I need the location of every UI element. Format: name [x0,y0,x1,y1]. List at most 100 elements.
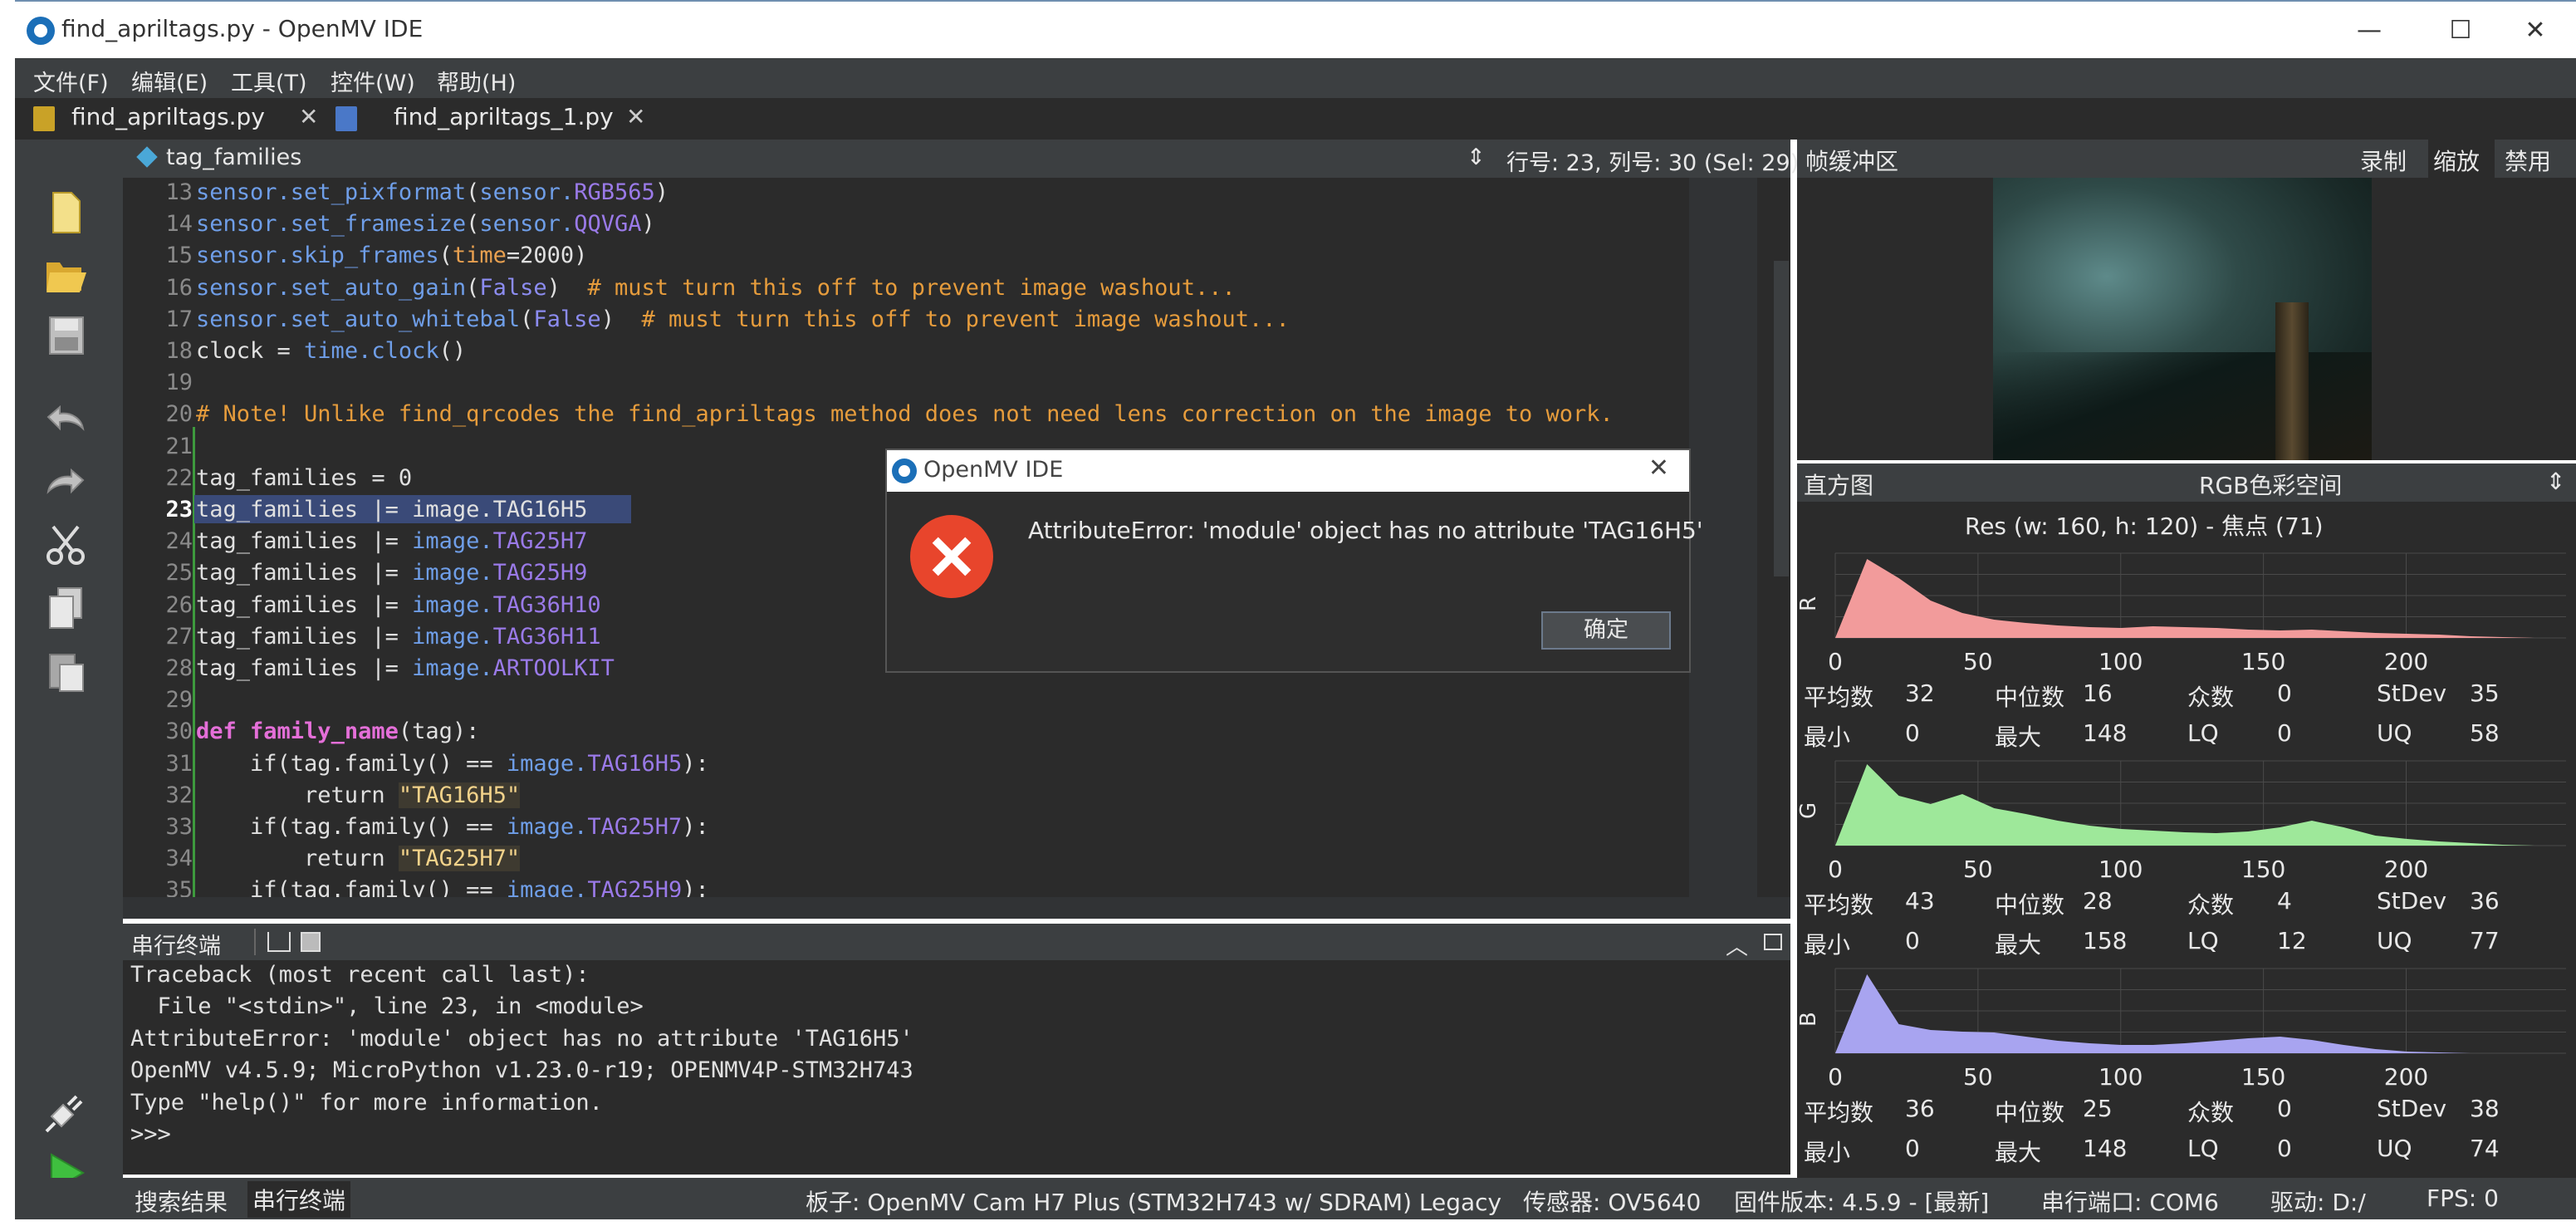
dialog-title: OpenMV IDE [923,457,1064,483]
tick-label: 0 [1828,856,1843,883]
openmv-logo-icon [892,459,917,483]
python-file-icon [33,106,55,131]
board-info: 板子: OpenMV Cam H7 Plus (STM32H743 w/ SDR… [806,1189,1502,1216]
serial-terminal-tab[interactable]: 串行终端 [247,1181,351,1218]
symbol-selector[interactable]: tag_families [166,145,301,170]
new-file-icon[interactable] [43,189,88,236]
line-number: 27 [165,623,193,650]
histogram-charts: R 0 50 100 150 200 G 0 50 100 150 200 B 0 50 100 150 200 [1797,552,2566,1091]
maximize-button[interactable]: ☐ [2423,8,2498,53]
menu-bar: 文件(F) 编辑(E) 工具(T) 控件(W) 帮助(H) [15,58,2576,98]
zoom-button[interactable]: 缩放 [2428,140,2495,178]
stat-value: 0 [2277,679,2292,707]
disable-button[interactable]: 禁用 [2505,144,2551,177]
tab-label: find_apriltags_1.py [394,103,614,130]
channel-label: R [1797,596,1821,611]
stat-value: 0 [1905,719,1920,747]
line-number: 34 [165,846,193,872]
framebuffer-header: 帧缓冲区 录制 缩放 禁用 [1797,140,2576,178]
terminal-scrollbar[interactable] [1772,960,1790,1175]
menu-help[interactable]: 帮助(H) [437,65,516,97]
tick-label: 0 [1828,648,1843,675]
tab-close-icon[interactable]: ✕ [626,103,645,130]
colorspace-chevron-icon[interactable]: ⇕ [2546,468,2565,495]
tick-label: 100 [2099,648,2143,675]
tab-close-icon[interactable]: ✕ [299,103,318,130]
close-button[interactable]: ✕ [2498,8,2573,53]
stat-value: 最小 [1804,1139,1851,1166]
stat-value: 38 [2470,1095,2500,1122]
code-line: tag_families = 0 [196,464,413,491]
histogram-area-g [1835,764,2566,846]
dialog-close-icon[interactable]: ✕ [1648,454,1669,483]
stat-value: LQ [2187,719,2219,747]
camera-frame-image [1993,178,2372,460]
minimize-button[interactable]: — [2332,8,2407,53]
stat-value: 4 [2277,887,2292,915]
editor-scrollbar[interactable] [1772,178,1790,897]
stat-value: 36 [2470,887,2500,915]
copy-icon[interactable] [43,585,88,631]
serial-terminal[interactable]: Traceback (most recent call last): File … [123,960,1790,1175]
symbol-icon [136,146,158,168]
code-line: if(tag.family() == image.TAG16H5): [196,750,709,777]
redo-icon[interactable] [43,457,88,503]
histogram-area-b [1835,974,2566,1053]
terminal-line: Traceback (most recent call last): [130,962,590,988]
stat-value: 35 [2470,679,2500,707]
tick-label: 0 [1828,1063,1843,1091]
stat-value: UQ [2377,927,2412,954]
openmv-logo-icon [27,17,55,45]
save-terminal-icon[interactable] [301,932,321,952]
tab-find-apriltags[interactable]: find_apriltags.py ✕ [33,98,332,140]
framebuffer-title: 帧缓冲区 [1805,148,1899,175]
save-icon[interactable] [43,312,88,359]
ok-button[interactable]: 确定 [1541,611,1671,650]
status-bar: 搜索结果 串行终端 板子: OpenMV Cam H7 Plus (STM32H… [15,1178,2576,1219]
histogram-panel: Res (w: 160, h: 120) - 焦点 (71) R 0 50 100 15… [1797,502,2576,1188]
terminal-collapse-icon[interactable]: ︿ [1726,929,1748,961]
terminal-header: 串行终端 ︿ [123,924,1790,960]
menu-tools[interactable]: 工具(T) [231,65,307,97]
code-line: sensor.set_framesize(sensor.QQVGA) [196,211,655,238]
undo-icon[interactable] [43,394,88,440]
stat-value: 中位数 [1995,684,2065,711]
symbol-selector-chevron-icon[interactable]: ⇕ [1467,145,1486,170]
line-number: 20 [165,401,193,428]
sensor-info: 传感器: OV5640 [1523,1189,1702,1216]
tick-label: 150 [2241,648,2285,675]
menu-edit[interactable]: 编辑(E) [131,65,208,97]
connect-icon[interactable] [43,1086,88,1133]
code-line: tag_families |= image.TAG25H9 [196,560,588,586]
menu-widgets[interactable]: 控件(W) [331,65,415,97]
terminal-line: File "<stdin>", line 23, in <module> [130,993,644,1020]
colorspace-select[interactable]: RGB色彩空间 [2199,468,2342,501]
code-line: # Note! Unlike find_qrcodes the find_apr… [196,401,1614,428]
fps-info: FPS: 0 [2427,1184,2499,1212]
stat-value: 众数 [2187,1099,2235,1126]
record-button[interactable]: 录制 [2360,144,2407,177]
stat-value: 58 [2470,719,2500,747]
tab-find-apriltags-1[interactable]: find_apriltags_1.py ✕ [335,98,668,140]
terminal-float-icon[interactable] [1764,934,1782,950]
cut-icon[interactable] [43,522,88,568]
stat-value: 0 [2277,719,2292,747]
left-toolbar [15,140,123,1193]
stat-value: 25 [2083,1095,2113,1122]
open-folder-icon[interactable] [43,251,88,297]
firmware-info[interactable]: 固件版本: 4.5.9 - [最新] [1734,1184,1989,1218]
line-number: 24 [165,528,193,555]
line-number: 26 [165,591,193,618]
tab-bar: find_apriltags.py ✕ find_apriltags_1.py … [15,98,2576,140]
clear-terminal-icon[interactable] [267,932,291,952]
line-number: 15 [165,243,193,269]
paste-icon[interactable] [43,648,88,694]
stat-value: 32 [1905,679,1935,707]
code-line: sensor.set_pixformat(sensor.RGB565) [196,179,668,205]
menu-file[interactable]: 文件(F) [33,65,109,97]
tick-label: 200 [2384,856,2428,883]
window-title: find_apriltags.py - OpenMV IDE [61,15,424,42]
editor-hscrollbar[interactable] [123,897,1790,919]
search-results-tab[interactable]: 搜索结果 [135,1184,228,1218]
stat-value: 众数 [2187,891,2235,919]
